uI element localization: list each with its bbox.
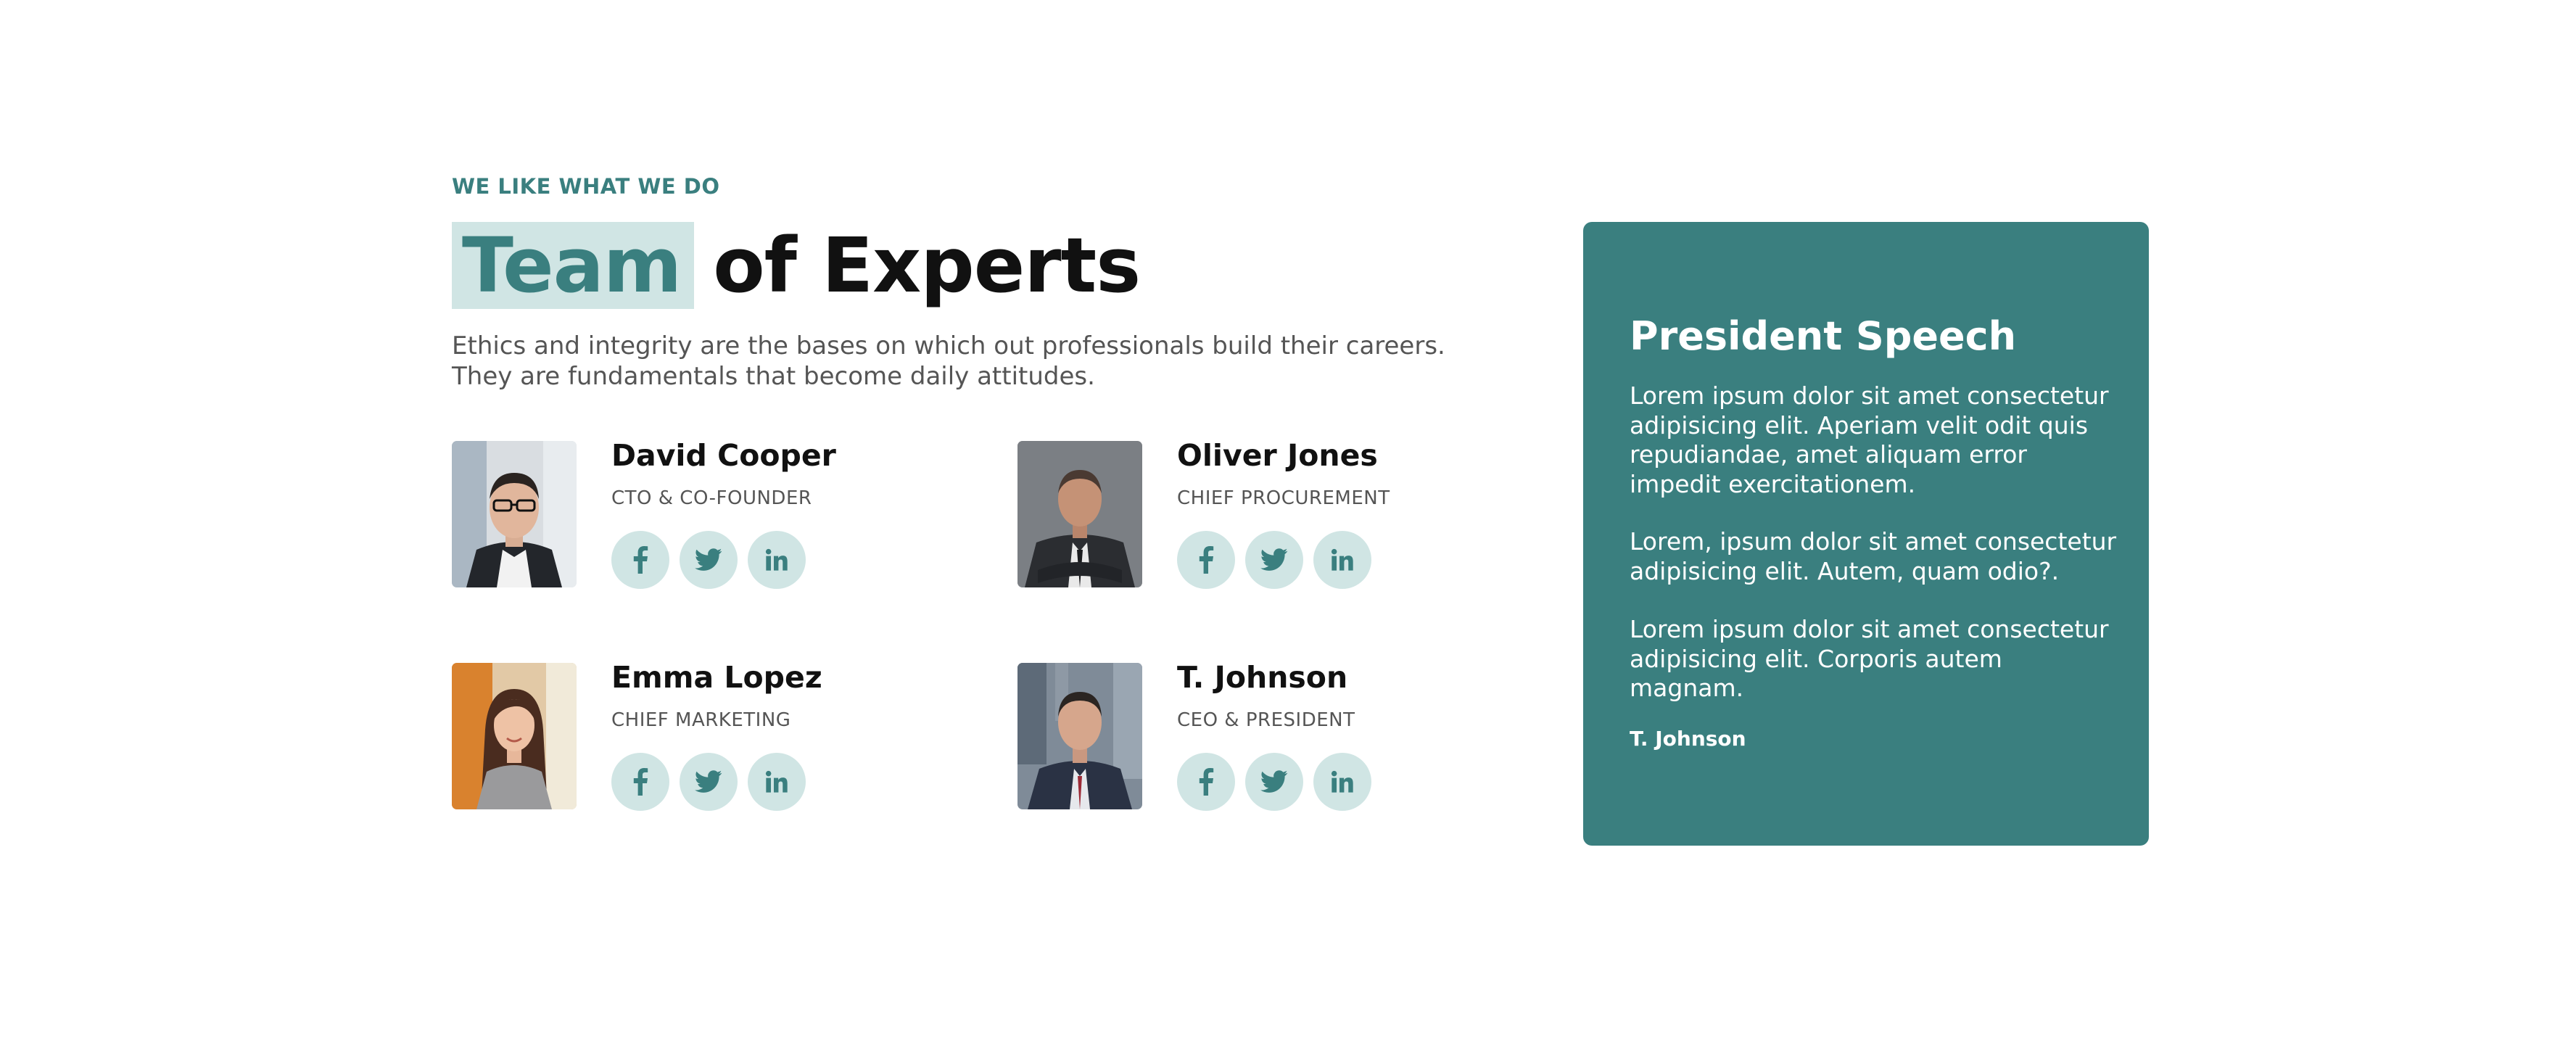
twitter-icon[interactable] [1245,753,1303,811]
speech-title: President Speech [1630,313,2017,359]
linkedin-icon[interactable] [748,753,806,811]
member-role: CHIEF PROCUREMENT [1177,487,1390,509]
social-links [1177,531,1371,589]
member-name: Emma Lopez [611,660,822,695]
facebook-icon[interactable] [1177,531,1235,589]
facebook-icon[interactable] [611,531,669,589]
twitter-icon[interactable] [680,753,738,811]
member-role: CTO & CO-FOUNDER [611,487,812,509]
member-photo [452,663,577,809]
speech-line: adipisicing elit. Autem, quam odio?. [1630,556,2060,585]
facebook-icon[interactable] [611,753,669,811]
speech-line: impedit exercitationem. [1630,469,1916,498]
social-links [1177,753,1371,811]
intro-line: They are fundamentals that become daily … [452,362,1095,391]
president-speech-card: President Speech Lorem ipsum dolor sit a… [1583,222,2149,846]
speech-line: Lorem, ipsum dolor sit amet consectetur [1630,527,2117,556]
section-intro: Ethics and integrity are the bases on wh… [452,331,1453,392]
team-member-card: David Cooper CTO & CO-FOUNDER [452,438,959,590]
speech-line: adipisicing elit. Corporis autem [1630,644,2002,673]
speech-signature: T. Johnson [1630,727,1746,751]
speech-line: repudiandae, amet aliquam error [1630,440,2027,469]
team-member-card: T. Johnson CEO & PRESIDENT [1017,660,1525,812]
member-name: David Cooper [611,438,836,473]
social-links [611,753,806,811]
section-eyebrow: WE LIKE WHAT WE DO [452,174,720,199]
member-role: CHIEF MARKETING [611,709,791,731]
intro-line: Ethics and integrity are the bases on wh… [452,331,1445,360]
twitter-icon[interactable] [680,531,738,589]
speech-paragraph: Lorem ipsum dolor sit amet consectetur a… [1630,615,2123,703]
member-photo [452,441,577,587]
speech-line: magnam. [1630,674,1744,702]
team-section: WE LIKE WHAT WE DO Team of Experts Ethic… [0,0,2576,1040]
section-title: Team of Experts [452,221,1141,310]
speech-line: Lorem ipsum dolor sit amet consectetur [1630,615,2109,643]
speech-paragraph: Lorem, ipsum dolor sit amet consectetur … [1630,527,2123,586]
speech-line: Lorem ipsum dolor sit amet consectetur [1630,381,2109,410]
member-name: T. Johnson [1177,660,1348,695]
speech-line: adipisicing elit. Aperiam velit odit qui… [1630,410,2089,439]
twitter-icon[interactable] [1245,531,1303,589]
social-links [611,531,806,589]
facebook-icon[interactable] [1177,753,1235,811]
member-name: Oliver Jones [1177,438,1378,473]
member-photo [1017,441,1142,587]
member-role: CEO & PRESIDENT [1177,709,1355,731]
member-photo [1017,663,1142,809]
title-highlight: Team [452,222,695,309]
linkedin-icon[interactable] [1313,531,1371,589]
title-rest: of Experts [713,221,1141,310]
linkedin-icon[interactable] [748,531,806,589]
linkedin-icon[interactable] [1313,753,1371,811]
team-member-card: Emma Lopez CHIEF MARKETING [452,660,959,812]
team-member-card: Oliver Jones CHIEF PROCUREMENT [1017,438,1525,590]
speech-paragraph: Lorem ipsum dolor sit amet consectetur a… [1630,381,2123,499]
